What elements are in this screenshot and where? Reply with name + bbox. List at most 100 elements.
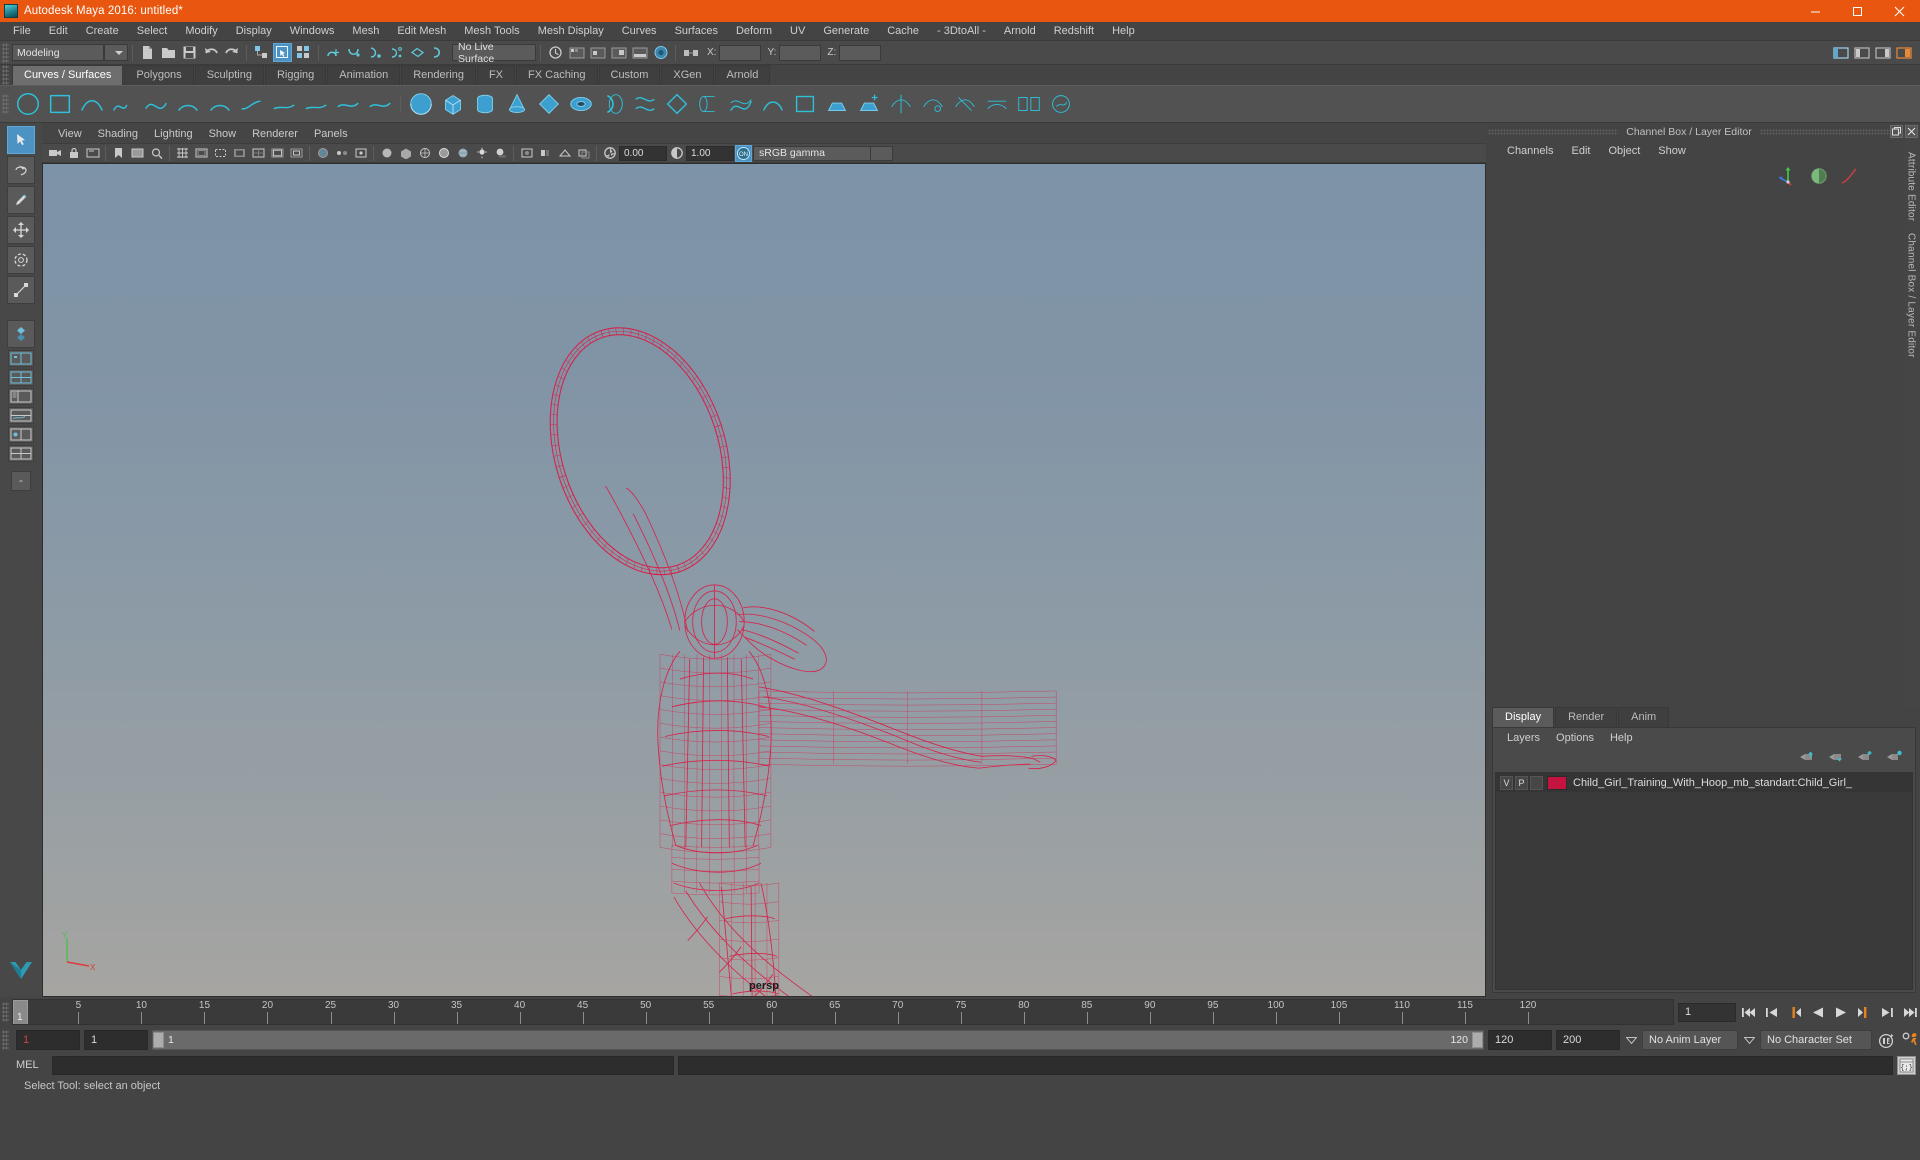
shelf-tab-curves-surfaces[interactable]: Curves / Surfaces — [12, 65, 124, 85]
more-layouts-button[interactable]: - — [11, 471, 31, 491]
curve-tangent-icon[interactable] — [1840, 167, 1858, 190]
curve-fillet-icon[interactable] — [237, 89, 267, 119]
textured-icon[interactable] — [454, 145, 471, 162]
menu-item-file[interactable]: File — [4, 22, 40, 41]
panel-drag-dots[interactable] — [1759, 128, 1890, 135]
attribute-editor-panel-icon[interactable] — [1873, 43, 1892, 62]
shelf-tab-sculpting[interactable]: Sculpting — [194, 65, 264, 85]
snap-projected-icon[interactable] — [387, 43, 406, 62]
shadows-icon[interactable] — [492, 145, 509, 162]
sphere-preview-icon[interactable] — [1810, 167, 1828, 190]
scale-tool-icon[interactable] — [7, 276, 35, 304]
side-tab-channel-box[interactable]: Channel Box / Layer Editor — [1906, 227, 1917, 364]
character-set-dropdown-arrow[interactable] — [1742, 1030, 1756, 1050]
coord-y-field[interactable] — [779, 44, 822, 61]
color-management-selector[interactable]: sRGB gamma — [753, 145, 871, 161]
nurbs-circle-icon[interactable] — [13, 89, 43, 119]
go-to-end-icon[interactable] — [1900, 1001, 1920, 1023]
menuset-selector[interactable]: Modeling — [12, 44, 104, 61]
channel-box-menu-object[interactable]: Object — [1599, 140, 1649, 162]
channel-box-menu-channels[interactable]: Channels — [1498, 140, 1562, 162]
new-layer-icon[interactable] — [1857, 750, 1874, 768]
anim-layer-dropdown-arrow[interactable] — [1624, 1030, 1638, 1050]
camera-attributes-icon[interactable] — [84, 145, 101, 162]
character-set-field[interactable]: No Character Set — [1760, 1030, 1872, 1050]
menu-item-3dtoall[interactable]: - 3DtoAll - — [928, 22, 995, 41]
script-editor-icon[interactable]: {;} — [1897, 1055, 1916, 1075]
ep-curve-icon[interactable] — [77, 89, 107, 119]
menu-item-cache[interactable]: Cache — [878, 22, 928, 41]
outliner-persp-layout-icon[interactable] — [8, 388, 34, 405]
move-layer-down-icon[interactable] — [1828, 750, 1845, 768]
time-slider[interactable]: 1 5 10 15 20 25 30 35 40 45 50 55 60 65 70 75 80 85 90 95 1… — [12, 999, 1674, 1025]
panel-close-button[interactable] — [1905, 125, 1918, 138]
untrim-icon[interactable] — [950, 89, 980, 119]
planar-icon[interactable] — [662, 89, 692, 119]
motion-blur-icon[interactable] — [537, 145, 554, 162]
menu-item-help[interactable]: Help — [1103, 22, 1144, 41]
two-d-pan-zoom-icon[interactable] — [148, 145, 165, 162]
render-settings-icon[interactable] — [609, 43, 628, 62]
close-button[interactable] — [1878, 0, 1920, 22]
color-management-dropdown-arrow[interactable] — [871, 145, 893, 161]
exposure-icon[interactable] — [601, 145, 618, 162]
boundary-icon[interactable] — [758, 89, 788, 119]
torus-icon[interactable] — [566, 89, 596, 119]
plane-icon[interactable] — [534, 89, 564, 119]
menu-item-surfaces[interactable]: Surfaces — [666, 22, 727, 41]
xray-icon[interactable] — [314, 145, 331, 162]
safe-title-icon[interactable] — [288, 145, 305, 162]
bevel-plus-icon[interactable] — [854, 89, 884, 119]
play-forwards-icon[interactable] — [1831, 1001, 1851, 1023]
last-tool-used-icon[interactable] — [7, 320, 35, 348]
extrude-icon[interactable] — [694, 89, 724, 119]
sphere-icon[interactable] — [406, 89, 436, 119]
coord-x-field[interactable] — [719, 44, 762, 61]
shelf-grip[interactable] — [2, 94, 9, 114]
menu-item-select[interactable]: Select — [128, 22, 177, 41]
viewport-menu-panels[interactable]: Panels — [306, 125, 356, 143]
two-pane-layout-icon[interactable] — [8, 369, 34, 386]
range-bar[interactable]: 1 120 — [152, 1030, 1484, 1050]
paint-select-tool-icon[interactable] — [7, 186, 35, 214]
rotate-tool-icon[interactable] — [7, 246, 35, 274]
grid-toggle-icon[interactable] — [174, 145, 191, 162]
step-back-frame-icon[interactable] — [1762, 1001, 1782, 1023]
layer-editor-tab-display[interactable]: Display — [1492, 707, 1555, 727]
menu-item-redshift[interactable]: Redshift — [1045, 22, 1103, 41]
screen-space-ao-icon[interactable] — [518, 145, 535, 162]
loft-icon[interactable] — [630, 89, 660, 119]
ipr-render-icon[interactable] — [588, 43, 607, 62]
menu-item-modify[interactable]: Modify — [176, 22, 226, 41]
safe-action-icon[interactable] — [269, 145, 286, 162]
tool-settings-panel-icon[interactable] — [1852, 43, 1871, 62]
snap-grid-icon[interactable] — [324, 43, 343, 62]
play-backwards-icon[interactable] — [1808, 1001, 1828, 1023]
range-bar-right-handle[interactable] — [1472, 1032, 1483, 1048]
exposure-field[interactable]: 0.00 — [619, 145, 667, 161]
cone-icon[interactable] — [502, 89, 532, 119]
intersect-surfaces-icon[interactable] — [886, 89, 916, 119]
shaded-wireframe-icon[interactable] — [435, 145, 452, 162]
new-scene-icon[interactable] — [138, 43, 157, 62]
persp-graph-layout-icon[interactable] — [8, 407, 34, 424]
anim-start-field[interactable]: 1 — [16, 1030, 80, 1050]
side-tab-attribute-editor[interactable]: Attribute Editor — [1906, 146, 1917, 227]
detach-curves-icon[interactable] — [301, 89, 331, 119]
maximize-button[interactable] — [1836, 0, 1878, 22]
select-hierarchy-icon[interactable] — [252, 43, 271, 62]
layer-row[interactable]: V P Child_Girl_Training_With_Hoop_mb_stand… — [1496, 773, 1912, 792]
shelf-tab-fx-caching[interactable]: FX Caching — [516, 65, 598, 85]
channel-box-menu-show[interactable]: Show — [1649, 140, 1695, 162]
square-surface-icon[interactable] — [790, 89, 820, 119]
shelf-tab-polygons[interactable]: Polygons — [124, 65, 194, 85]
viewport-menu-renderer[interactable]: Renderer — [244, 125, 306, 143]
resolution-gate-icon[interactable] — [212, 145, 229, 162]
layer-color-swatch[interactable] — [1547, 775, 1567, 790]
live-surface-field[interactable]: No Live Surface — [452, 41, 536, 65]
trim-tool-icon[interactable] — [918, 89, 948, 119]
menuset-dropdown-arrow[interactable] — [104, 44, 128, 61]
shelf-tab-xgen[interactable]: XGen — [661, 65, 714, 85]
attach-surfaces-icon[interactable] — [1014, 89, 1044, 119]
step-forward-key-icon[interactable] — [1854, 1001, 1874, 1023]
